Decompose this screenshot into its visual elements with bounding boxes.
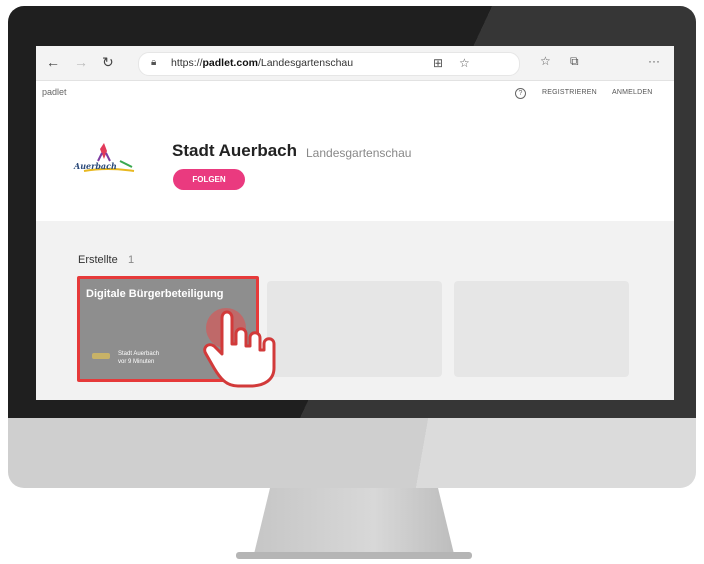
back-icon[interactable]: ← bbox=[46, 55, 60, 69]
monitor-bezel: ← → ↻ 🔒︎ https://padlet.com/Landesgarten… bbox=[8, 6, 696, 418]
refresh-icon[interactable]: ↻ bbox=[102, 55, 114, 69]
author-avatar bbox=[92, 353, 110, 359]
profile-subtitle: Landesgartenschau bbox=[306, 146, 412, 160]
url-text: https://padlet.com/Landesgartenschau bbox=[171, 57, 354, 69]
favorites-icon[interactable]: ☆ bbox=[540, 54, 551, 68]
forward-icon[interactable]: → bbox=[74, 55, 88, 69]
section-count: 1 bbox=[128, 254, 135, 266]
settings-more-icon[interactable]: ··· bbox=[648, 54, 660, 68]
collections-icon[interactable]: ⧉ bbox=[570, 54, 579, 69]
padlet-brand[interactable]: padlet bbox=[42, 87, 67, 97]
register-link[interactable]: REGISTRIEREN bbox=[542, 89, 597, 96]
monitor-stand-base bbox=[236, 552, 472, 559]
chin-shine bbox=[8, 418, 696, 488]
empty-card-placeholder bbox=[454, 281, 629, 377]
add-favorite-icon[interactable]: ☆ bbox=[459, 56, 470, 70]
padlet-page: padlet ? REGISTRIEREN ANMELDEN Auerbach … bbox=[36, 81, 674, 400]
monitor-chin bbox=[8, 418, 696, 488]
profile-name: Stadt Auerbach bbox=[172, 141, 298, 160]
profile-logo: Auerbach bbox=[72, 141, 142, 181]
logo-text: Auerbach bbox=[74, 161, 117, 171]
browser-toolbar: ← → ↻ 🔒︎ https://padlet.com/Landesgarten… bbox=[36, 46, 674, 81]
padlet-gallery: Erstellte 1 Digitale Bürgerbeteiligung S… bbox=[36, 221, 674, 400]
app-available-icon[interactable]: ⊞ bbox=[433, 56, 443, 70]
login-link[interactable]: ANMELDEN bbox=[612, 89, 653, 96]
section-title: Erstellte bbox=[78, 254, 118, 266]
empty-card-placeholder bbox=[267, 281, 442, 377]
card-time: vor 9 Minuten bbox=[118, 359, 155, 365]
follow-button[interactable]: FOLGEN bbox=[173, 169, 245, 190]
card-author: Stadt Auerbach bbox=[118, 351, 160, 357]
monitor-stand bbox=[254, 488, 454, 554]
page-info-icon[interactable]: 🔒︎ bbox=[151, 57, 156, 68]
address-bar[interactable]: 🔒︎ https://padlet.com/Landesgartenschau … bbox=[138, 52, 520, 76]
help-icon[interactable]: ? bbox=[515, 88, 526, 99]
browser-window: ← → ↻ 🔒︎ https://padlet.com/Landesgarten… bbox=[36, 46, 674, 400]
hand-pointer-icon bbox=[203, 308, 276, 388]
